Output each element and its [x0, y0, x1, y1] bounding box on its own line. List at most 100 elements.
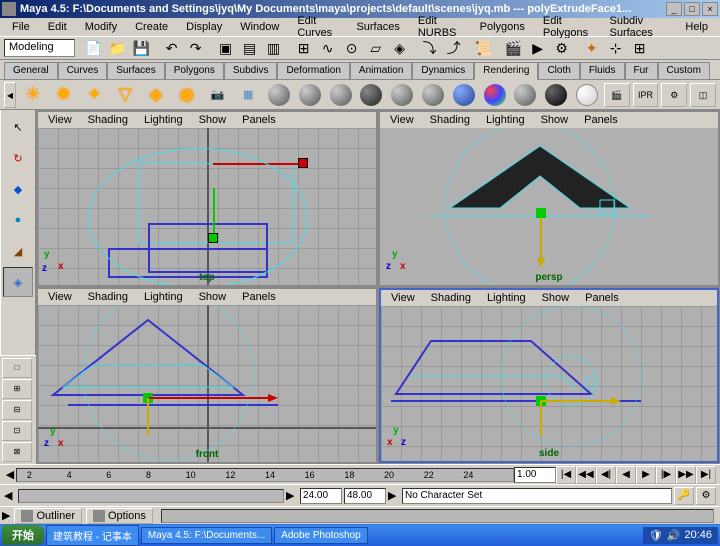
- task-notepad[interactable]: 建筑教程 - 记事本: [46, 525, 139, 546]
- shelf-tab-custom[interactable]: Custom: [658, 62, 710, 79]
- material-anisotropic-icon[interactable]: [358, 82, 386, 108]
- shelf-tab-fluids[interactable]: Fluids: [580, 62, 625, 79]
- ipr-button[interactable]: IPR: [633, 83, 659, 107]
- layout-four-button[interactable]: ⊞: [2, 379, 32, 399]
- outliner-panel-button[interactable]: Outliner: [14, 508, 82, 524]
- vp-menu-lighting[interactable]: Lighting: [481, 291, 532, 305]
- menu-window[interactable]: Window: [232, 19, 287, 35]
- anim-prefs-button[interactable]: ⚙: [696, 487, 716, 505]
- ipr-render-button[interactable]: ▶: [527, 38, 549, 58]
- shelf-tab-subdivs[interactable]: Subdivs: [224, 62, 278, 79]
- undo-button[interactable]: ↶: [161, 38, 183, 58]
- viewport-persp-canvas[interactable]: z x y persp: [380, 128, 718, 285]
- close-button[interactable]: ×: [702, 2, 718, 16]
- character-set-field[interactable]: [402, 488, 672, 504]
- material-ocean-icon[interactable]: [450, 82, 478, 108]
- menu-file[interactable]: File: [4, 19, 38, 35]
- menu-display[interactable]: Display: [178, 19, 230, 35]
- vp-menu-view[interactable]: View: [42, 290, 78, 304]
- menu-create[interactable]: Create: [127, 19, 176, 35]
- vp-menu-lighting[interactable]: Lighting: [138, 113, 189, 127]
- new-scene-button[interactable]: 📄: [83, 38, 105, 58]
- shelf-tab-general[interactable]: General: [4, 62, 58, 79]
- range-start-field[interactable]: [300, 488, 342, 504]
- vp-menu-show[interactable]: Show: [193, 290, 233, 304]
- show-manipulator-tool[interactable]: ◈: [3, 267, 33, 297]
- render-current-button[interactable]: 🎬: [503, 38, 525, 58]
- scale-tool[interactable]: ◢: [3, 236, 33, 266]
- hypershade-button[interactable]: ◫: [690, 83, 716, 107]
- image-plane-icon[interactable]: ▦: [234, 82, 262, 108]
- vp-menu-panels[interactable]: Panels: [578, 113, 624, 127]
- construction-history-button[interactable]: 📜: [473, 38, 495, 58]
- material-ramp-icon[interactable]: [481, 82, 509, 108]
- mode-selector[interactable]: Modeling: [4, 39, 75, 57]
- shelf-tab-cloth[interactable]: Cloth: [538, 62, 579, 79]
- range-scroll-left[interactable]: ◀: [4, 489, 16, 502]
- vp-menu-panels[interactable]: Panels: [579, 291, 625, 305]
- vp-menu-panels[interactable]: Panels: [236, 290, 282, 304]
- timeline-scroll-left[interactable]: ◀: [4, 468, 16, 481]
- redo-button[interactable]: ↷: [185, 38, 207, 58]
- save-scene-button[interactable]: 💾: [131, 38, 153, 58]
- step-forward-key-button[interactable]: ▶▶: [676, 466, 696, 484]
- menu-editnurbs[interactable]: Edit NURBS: [410, 13, 470, 41]
- snap-grid-button[interactable]: ⊞: [293, 38, 315, 58]
- vp-menu-panels[interactable]: Panels: [236, 113, 282, 127]
- vp-menu-show[interactable]: Show: [193, 113, 233, 127]
- material-blinn-icon[interactable]: [296, 82, 324, 108]
- vp-menu-lighting[interactable]: Lighting: [480, 113, 531, 127]
- current-frame-field[interactable]: [514, 467, 556, 483]
- material-lambert-icon[interactable]: [265, 82, 293, 108]
- layout-two-v-button[interactable]: ⊡: [2, 421, 32, 441]
- vp-menu-shading[interactable]: Shading: [82, 290, 134, 304]
- rotate-tool[interactable]: ●: [3, 205, 33, 235]
- manip-x-handle[interactable]: [298, 158, 308, 168]
- timeline-ruler[interactable]: 2 4 6 8 10 12 14 16 18 20 22 24: [16, 468, 514, 482]
- spot-light-icon[interactable]: ▽: [111, 82, 139, 108]
- vp-menu-view[interactable]: View: [384, 113, 420, 127]
- material-usebg-icon[interactable]: [573, 82, 601, 108]
- range-scroll-right[interactable]: ▶: [286, 489, 298, 502]
- layout-three-button[interactable]: ⊠: [2, 442, 32, 462]
- layout-single-button[interactable]: □: [2, 358, 32, 378]
- menu-polygons[interactable]: Polygons: [472, 19, 533, 35]
- material-phong-icon[interactable]: [327, 82, 355, 108]
- render-globals-shelf-button[interactable]: ⚙: [661, 83, 687, 107]
- shelf-tab-polygons[interactable]: Polygons: [165, 62, 224, 79]
- task-maya[interactable]: Maya 4.5: F:\Documents...: [141, 527, 272, 544]
- range-end-field[interactable]: [344, 488, 386, 504]
- material-shading-icon[interactable]: [511, 82, 539, 108]
- menu-help[interactable]: Help: [677, 19, 716, 35]
- shelf-tab-animation[interactable]: Animation: [350, 62, 412, 79]
- range-expand[interactable]: ▶: [388, 489, 400, 502]
- shelf-tab-dynamics[interactable]: Dynamics: [412, 62, 474, 79]
- point-light-icon[interactable]: ✦: [80, 82, 108, 108]
- menu-editcurves[interactable]: Edit Curves: [289, 13, 346, 41]
- viewport-side-canvas[interactable]: x z y side: [381, 306, 717, 461]
- menu-surfaces[interactable]: Surfaces: [348, 19, 407, 35]
- material-layered-icon[interactable]: [419, 82, 447, 108]
- area-light-icon[interactable]: ◈: [142, 82, 170, 108]
- camera-icon[interactable]: 📷: [204, 82, 232, 108]
- vp-menu-show[interactable]: Show: [535, 113, 575, 127]
- shelf-tab-surfaces[interactable]: Surfaces: [107, 62, 164, 79]
- options-panel-button[interactable]: Options: [86, 508, 153, 524]
- toggle-axis-button[interactable]: ⊹: [605, 38, 627, 58]
- snap-plane-button[interactable]: ▱: [365, 38, 387, 58]
- viewport-front[interactable]: View Shading Lighting Show Panels: [37, 288, 377, 463]
- viewport-side[interactable]: View Shading Lighting Show Panels: [379, 288, 719, 463]
- shelf-tab-fur[interactable]: Fur: [625, 62, 658, 79]
- step-back-key-button[interactable]: ◀◀: [576, 466, 596, 484]
- goto-end-button[interactable]: ▶|: [696, 466, 716, 484]
- menu-subdiv[interactable]: Subdiv Surfaces: [601, 13, 675, 41]
- panel-menu-toggle[interactable]: ▶: [2, 509, 10, 522]
- outputs-button[interactable]: ⤴: [443, 38, 465, 58]
- shelf-tab-deformation[interactable]: Deformation: [277, 62, 349, 79]
- task-photoshop[interactable]: Adobe Photoshop: [274, 527, 368, 544]
- inputs-button[interactable]: ⤵: [419, 38, 441, 58]
- autokey-button[interactable]: 🔑: [674, 487, 694, 505]
- select-by-object-button[interactable]: ▤: [239, 38, 261, 58]
- step-forward-button[interactable]: |▶: [656, 466, 676, 484]
- vp-menu-show[interactable]: Show: [536, 291, 576, 305]
